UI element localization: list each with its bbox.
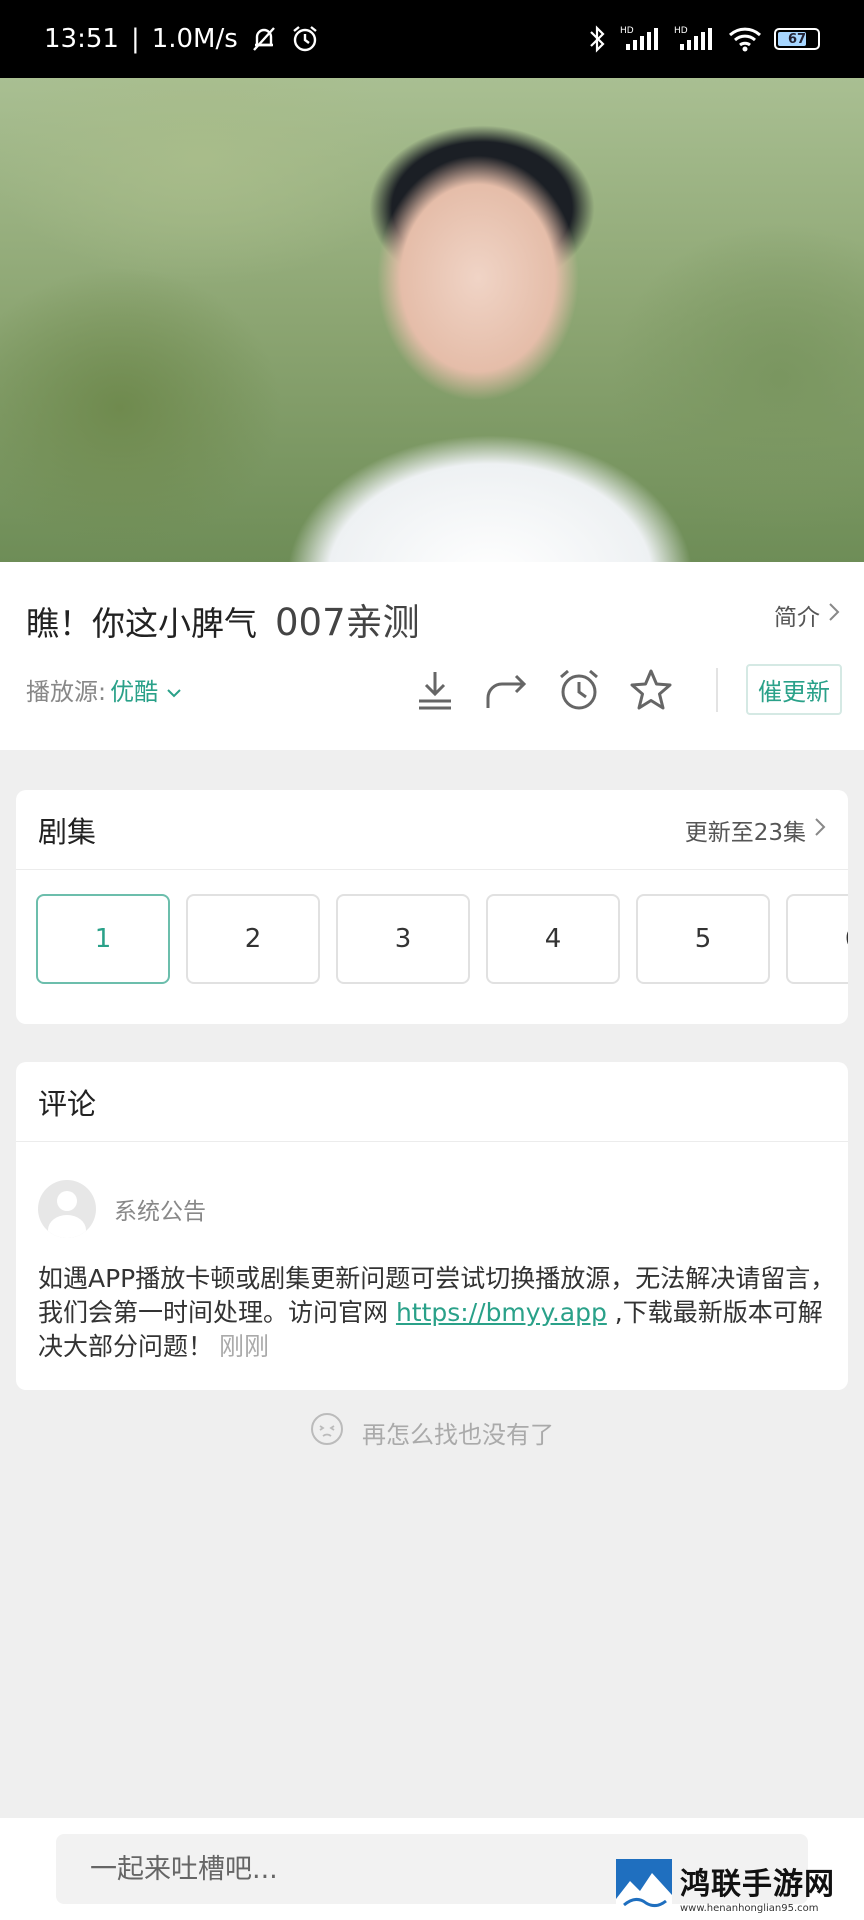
chevron-down-icon xyxy=(166,676,182,704)
comments-title: 评论 xyxy=(38,1086,97,1121)
status-right: HD HD 67 xyxy=(586,24,820,54)
end-of-list-note: 再怎么找也没有了 xyxy=(0,1412,864,1452)
episode-button-6[interactable]: 6 xyxy=(786,894,848,984)
episode-button-4[interactable]: 4 xyxy=(486,894,620,984)
alarm-icon xyxy=(290,24,320,54)
status-left: 13:51 | 1.0M/s xyxy=(44,24,320,54)
hd-signal-icon: HD xyxy=(620,24,662,54)
comment-author-name: 系统公告 xyxy=(114,1199,206,1225)
watermark-name: 鸿联手游网 xyxy=(680,1866,835,1902)
episodes-header: 剧集 更新至23集 xyxy=(16,790,848,870)
watermark: 鸿联手游网 www.henanhonglian95.com xyxy=(616,1856,856,1916)
end-note-text: 再怎么找也没有了 xyxy=(362,1420,554,1449)
alarm-clock-icon[interactable] xyxy=(554,665,604,715)
episodes-title: 剧集 xyxy=(38,814,97,849)
comment-body: 如遇APP播放卡顿或剧集更新问题可尝试切换播放源，无法解决请留言，我们会第一时间… xyxy=(38,1262,838,1364)
avatar[interactable] xyxy=(38,1180,96,1238)
intro-label: 简介 xyxy=(774,605,820,631)
comment-author: 系统公告 xyxy=(38,1180,206,1238)
show-title: 瞧！你这小脾气 xyxy=(26,604,257,643)
source-row: 播放源: 优酷 xyxy=(26,672,182,707)
share-icon[interactable] xyxy=(482,665,532,715)
download-icon[interactable] xyxy=(410,665,460,715)
website-link[interactable]: https://bmyy.app xyxy=(396,1298,607,1327)
status-separator: | xyxy=(130,24,140,54)
bluetooth-icon xyxy=(586,24,608,54)
divider xyxy=(716,667,718,712)
chevron-right-icon xyxy=(828,602,840,628)
source-select[interactable]: 优酷 xyxy=(110,672,182,707)
battery-icon: 67 xyxy=(774,28,820,50)
comments-card: 评论 系统公告 如遇APP播放卡顿或剧集更新问题可尝试切换播放源，无法解决请留言… xyxy=(16,1062,848,1390)
comments-header: 评论 xyxy=(16,1062,848,1142)
show-subtitle: 007亲测 xyxy=(275,601,420,644)
episodes-more-link[interactable]: 更新至23集 xyxy=(685,813,826,847)
status-bar: 13:51 | 1.0M/s HD HD 67 xyxy=(0,0,864,78)
episodes-update-status: 更新至23集 xyxy=(684,819,806,846)
source-label: 播放源: xyxy=(26,678,107,706)
title-row: 瞧！你这小脾气 007亲测 xyxy=(26,592,420,646)
wifi-icon xyxy=(728,25,762,53)
comment-timestamp: 刚刚 xyxy=(219,1332,270,1361)
show-info-panel: 瞧！你这小脾气 007亲测 简介 播放源: 优酷 催更新 xyxy=(0,562,864,750)
hd-signal-icon: HD xyxy=(674,24,716,54)
svg-text:HD: HD xyxy=(620,26,634,36)
watermark-text: 鸿联手游网 www.henanhonglian95.com xyxy=(680,1859,835,1914)
episode-button-1[interactable]: 1 xyxy=(36,894,170,984)
intro-link[interactable]: 简介 xyxy=(774,598,840,632)
episode-button-5[interactable]: 5 xyxy=(636,894,770,984)
source-value: 优酷 xyxy=(110,678,159,706)
request-update-button[interactable]: 催更新 xyxy=(746,664,842,715)
network-speed: 1.0M/s xyxy=(151,24,238,54)
watermark-url: www.henanhonglian95.com xyxy=(680,1902,819,1914)
status-time: 13:51 xyxy=(44,24,119,54)
star-icon[interactable] xyxy=(626,665,676,715)
watermark-logo-icon xyxy=(616,1859,672,1913)
sad-face-icon xyxy=(310,1412,344,1452)
episode-list: 1 2 3 4 5 6 xyxy=(36,894,848,984)
episode-button-3[interactable]: 3 xyxy=(336,894,470,984)
svg-text:HD: HD xyxy=(674,26,688,36)
chevron-right-icon xyxy=(814,817,826,843)
battery-level: 67 xyxy=(787,31,807,47)
video-player[interactable] xyxy=(0,78,864,562)
mute-bell-icon xyxy=(250,25,278,53)
episode-button-2[interactable]: 2 xyxy=(186,894,320,984)
episodes-card: 剧集 更新至23集 1 2 3 4 5 6 xyxy=(16,790,848,1024)
action-bar: 催更新 xyxy=(410,664,842,715)
